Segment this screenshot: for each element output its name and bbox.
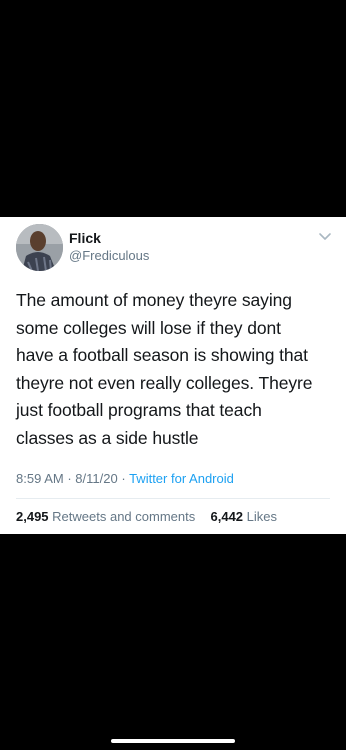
meta-separator: · — [121, 471, 126, 486]
tweet-text-line: classes as a side hustle — [16, 427, 199, 448]
screenshot-screen: Flick @Frediculous The amount of money t… — [0, 0, 346, 750]
tweet-card: Flick @Frediculous The amount of money t… — [0, 217, 346, 534]
tweet-stats: 2,495 Retweets and comments 6,442 Likes — [16, 509, 277, 524]
tweet-text-line: theyre not even really colleges. Theyre — [16, 372, 313, 393]
likes-label[interactable]: Likes — [247, 509, 277, 524]
divider — [16, 498, 330, 499]
tweet-source-link[interactable]: Twitter for Android — [129, 471, 234, 486]
author-handle[interactable]: @Frediculous — [69, 248, 149, 263]
tweet-text-line: some colleges will lose if they dont — [16, 317, 281, 338]
avatar-photo-icon — [16, 224, 63, 271]
home-indicator[interactable] — [111, 739, 235, 743]
likes-count[interactable]: 6,442 — [211, 509, 244, 524]
tweet-date: 8/11/20 — [75, 471, 118, 486]
retweets-label[interactable]: Retweets and comments — [52, 509, 195, 524]
meta-separator: · — [67, 471, 72, 486]
retweets-count[interactable]: 2,495 — [16, 509, 49, 524]
author-avatar[interactable] — [16, 224, 63, 271]
tweet-text: The amount of money theyre saying some c… — [16, 287, 338, 453]
tweet-text-line: have a football season is showing that — [16, 345, 308, 366]
tweet-text-line: just football programs that teach — [16, 400, 262, 421]
tweet-time: 8:59 AM — [16, 471, 64, 486]
author-name[interactable]: Flick — [69, 230, 101, 246]
tweet-text-line: The amount of money theyre saying — [16, 290, 292, 310]
chevron-down-icon[interactable] — [318, 231, 332, 241]
tweet-meta: 8:59 AM · 8/11/20 · Twitter for Android — [16, 471, 234, 486]
